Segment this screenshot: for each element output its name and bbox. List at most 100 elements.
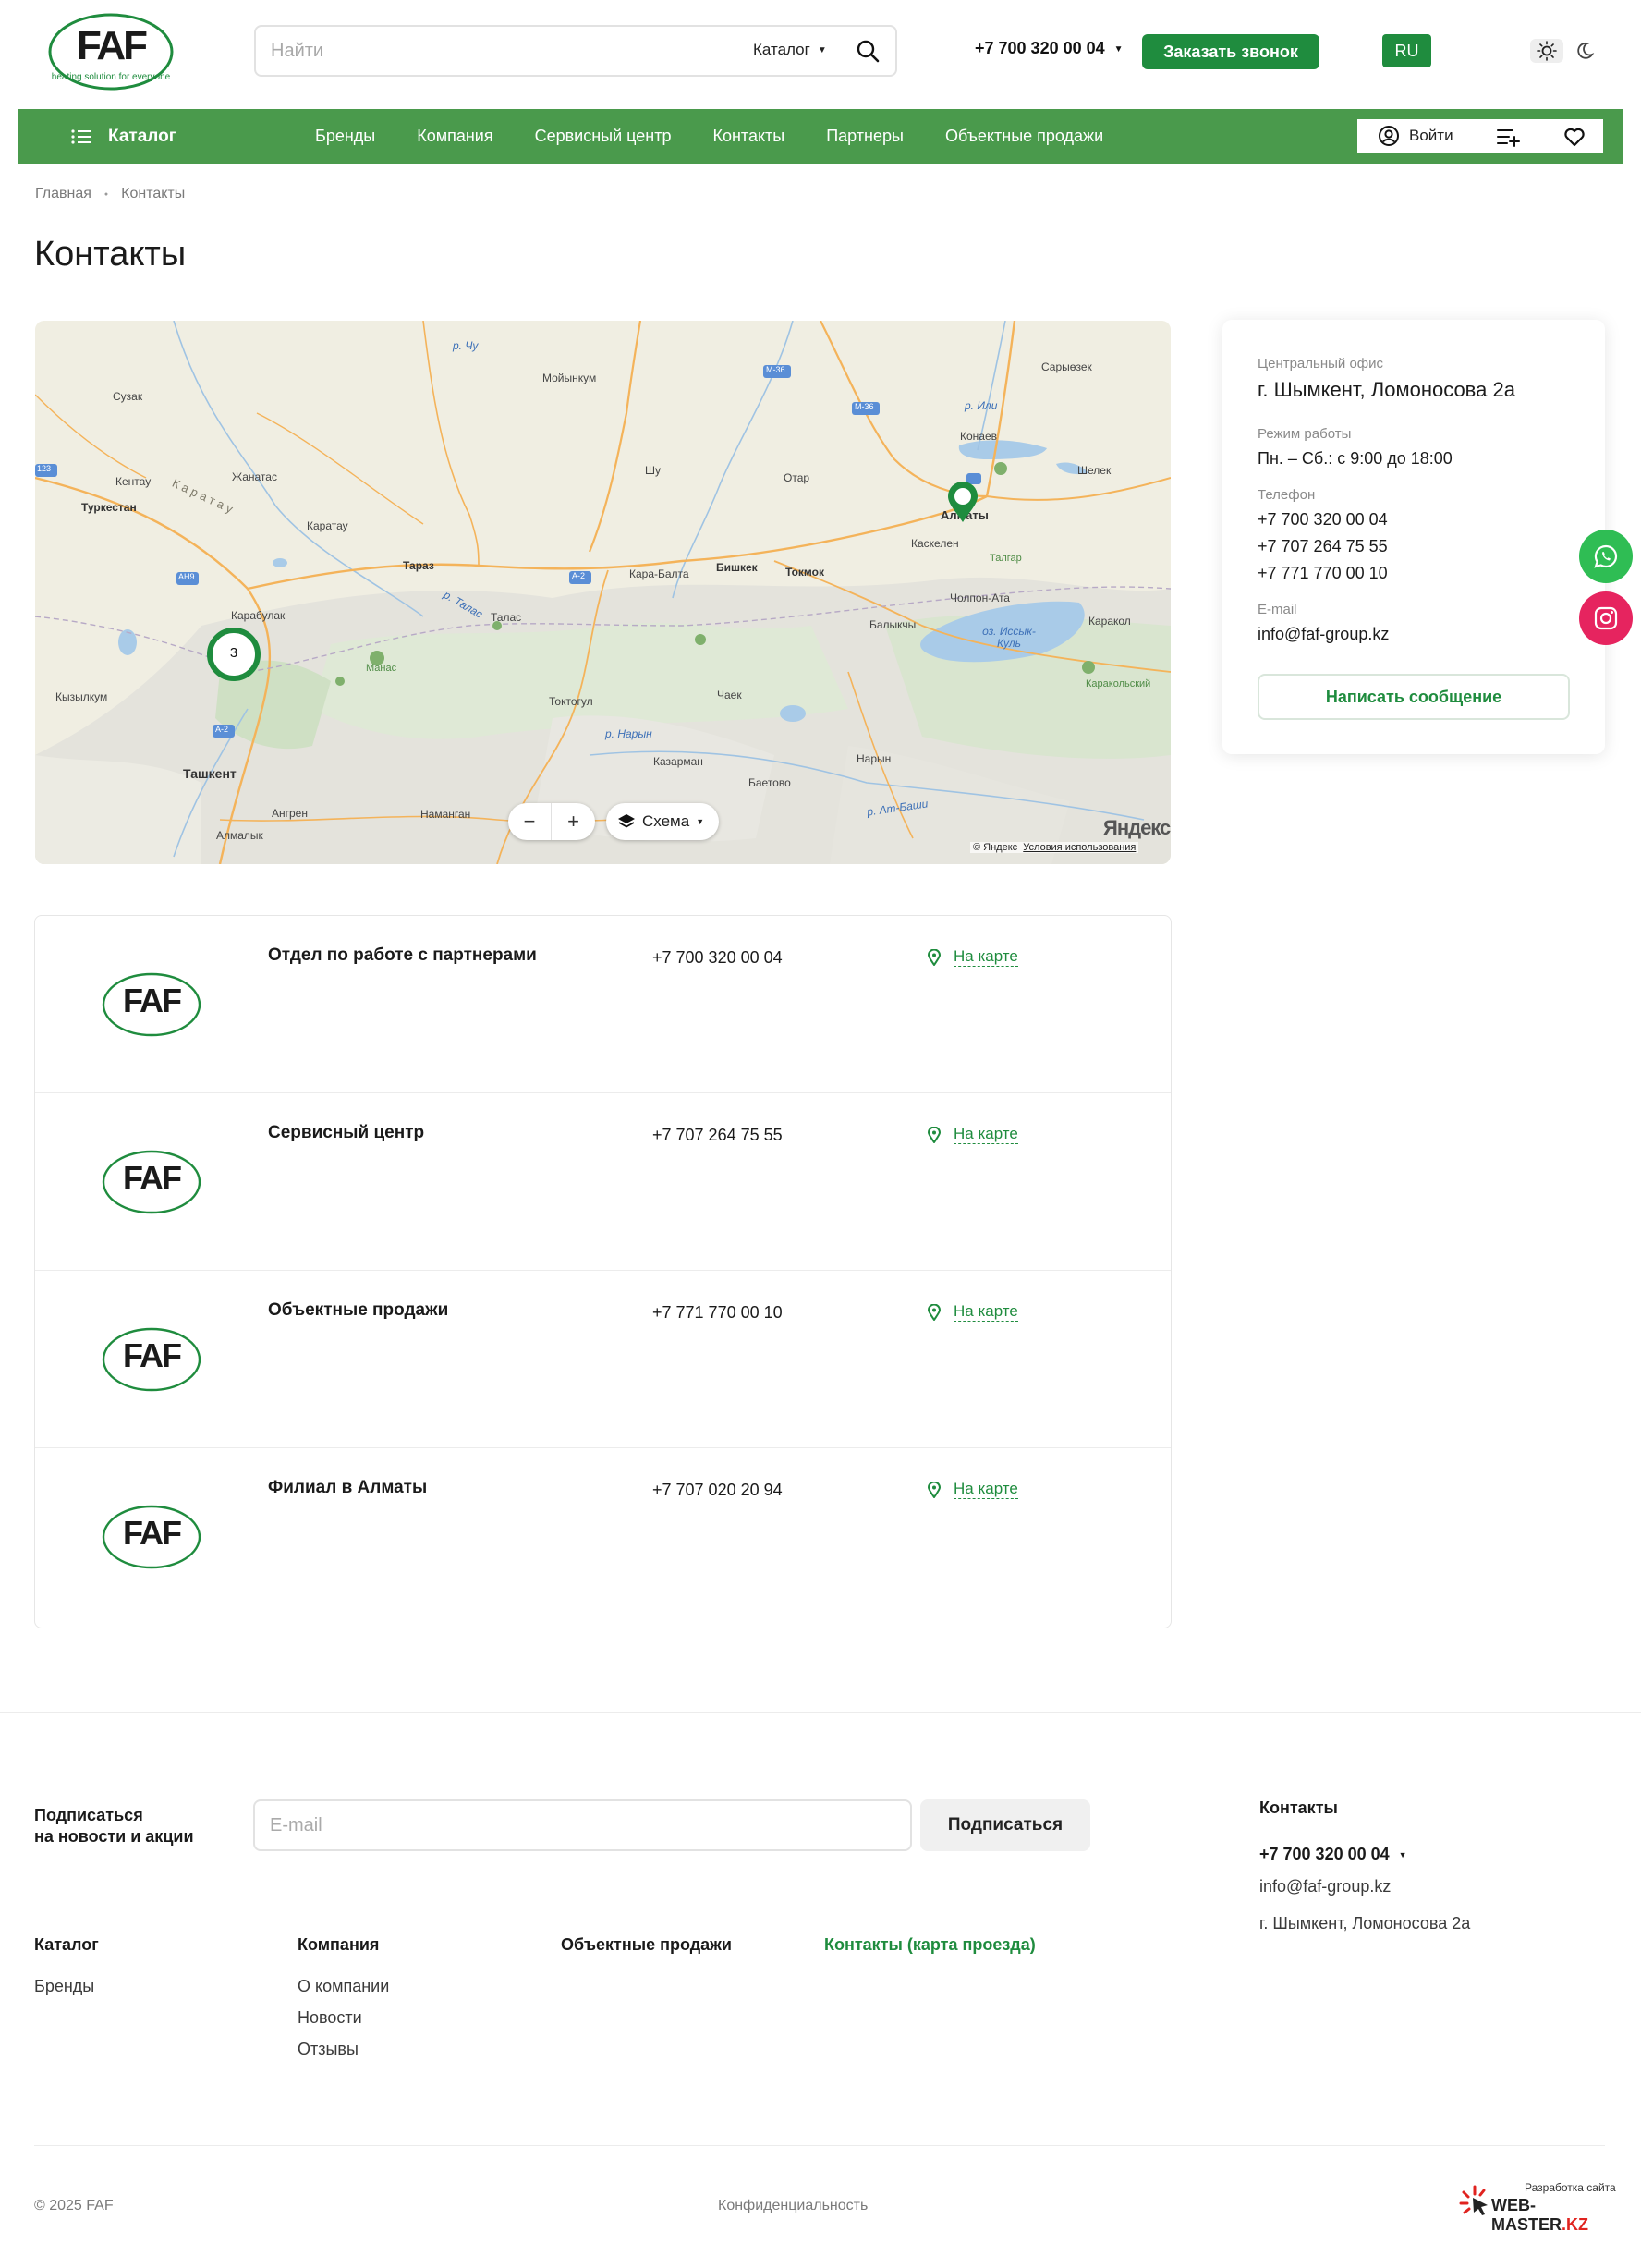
dark-theme-toggle[interactable]: [1574, 41, 1595, 61]
footer-link-about[interactable]: О компании: [298, 1977, 389, 1996]
map-label: Наманган: [420, 808, 471, 821]
map-label: Баетово: [748, 776, 791, 789]
map-pin-icon: [928, 948, 941, 966]
map-label: оз. Иссык-Куль: [982, 625, 1036, 650]
nav-link-service-center[interactable]: Сервисный центр: [535, 127, 672, 146]
heart-icon: [1564, 128, 1585, 147]
map-cluster-marker[interactable]: 3: [207, 628, 261, 681]
footer-email[interactable]: info@faf-group.kz: [1259, 1877, 1391, 1896]
main-nav: Каталог Бренды Компания Сервисный центр …: [18, 109, 1623, 164]
map-label: Чаек: [717, 689, 742, 701]
compare-button[interactable]: [1496, 127, 1520, 152]
user-icon: [1379, 126, 1399, 146]
cluster-count: 3: [229, 645, 238, 661]
nav-link-project-sales[interactable]: Объектные продажи: [945, 127, 1103, 146]
footer-phone[interactable]: +7 700 320 00 04 ▼: [1259, 1845, 1407, 1864]
order-call-button[interactable]: Заказать звонок: [1142, 34, 1319, 69]
footer-col-catalog[interactable]: Каталог: [34, 1935, 99, 1955]
footer-col-contacts[interactable]: Контакты (карта проезда): [824, 1935, 1036, 1955]
developer-logo[interactable]: Разработка сайта WEB-MASTER.KZ: [1458, 2179, 1624, 2234]
show-on-map-link[interactable]: На карте: [928, 1302, 1018, 1322]
map-label: Ташкент: [183, 766, 237, 781]
map-label: Конаев: [960, 430, 998, 443]
breadcrumb-separator-icon: ●: [103, 190, 109, 198]
copyright: © 2025 FAF: [34, 2198, 114, 2213]
office-phone[interactable]: +7 700 320 00 04: [1258, 510, 1388, 530]
map-label: Ангрен: [272, 807, 308, 820]
nav-link-contacts[interactable]: Контакты: [712, 127, 784, 146]
zoom-in-button[interactable]: +: [552, 803, 595, 840]
map-label: Сарыөзек: [1041, 360, 1092, 373]
login-button[interactable]: Войти: [1378, 125, 1453, 147]
whatsapp-button[interactable]: [1579, 530, 1633, 583]
map-label: Каракол: [1088, 615, 1131, 628]
map-pin-icon: [928, 1303, 941, 1321]
search-button[interactable]: [855, 38, 881, 64]
map-label: Отар: [784, 471, 810, 484]
footer-link-brands[interactable]: Бренды: [34, 1977, 94, 1996]
office-phone[interactable]: +7 707 264 75 55: [1258, 537, 1388, 556]
map-layer-select[interactable]: Схема ▼: [606, 803, 719, 840]
faf-logo-icon: FAF: [102, 1505, 201, 1569]
chevron-down-icon: ▼: [696, 817, 705, 826]
office-hours: Пн. – Сб.: с 9:00 до 18:00: [1258, 449, 1453, 468]
search-scope-select[interactable]: Каталог ▼: [753, 41, 827, 59]
map-label: Мойынкум: [542, 372, 597, 384]
footer-col-company[interactable]: Компания: [298, 1935, 379, 1955]
privacy-link[interactable]: Конфиденциальность: [718, 2198, 868, 2214]
map-label: р. Нарын: [605, 727, 652, 740]
contact-phone[interactable]: +7 700 320 00 04: [652, 948, 783, 968]
map-label: Чолпон-Ата: [950, 591, 1010, 604]
contact-phone[interactable]: +7 707 020 20 94: [652, 1481, 783, 1500]
map-label: Кызылкум: [55, 690, 108, 703]
write-message-button[interactable]: Написать сообщение: [1258, 674, 1570, 720]
instagram-button[interactable]: [1579, 591, 1633, 645]
map-label: Токмок: [785, 566, 824, 579]
breadcrumb-home[interactable]: Главная: [35, 186, 91, 202]
contact-phone[interactable]: +7 771 770 00 10: [652, 1303, 783, 1323]
developer-tld: .KZ: [1562, 2215, 1588, 2234]
office-address: г. Шымкент, Ломоносова 2а: [1258, 378, 1515, 401]
office-phone[interactable]: +7 771 770 00 10: [1258, 564, 1388, 583]
map-terms-link[interactable]: Условия использования: [1023, 842, 1136, 853]
footer-link-news[interactable]: Новости: [298, 2008, 362, 2028]
contact-name: Объектные продажи: [268, 1300, 449, 1320]
office-email[interactable]: info@faf-group.kz: [1258, 625, 1389, 644]
route-badge: А-2: [215, 725, 229, 734]
route-badge: 123: [37, 464, 52, 473]
site-logo[interactable]: FAF heating solution for everyone: [46, 11, 176, 92]
subscribe-email-input[interactable]: [253, 1799, 912, 1851]
show-on-map-link[interactable]: На карте: [928, 947, 1018, 967]
show-on-map-label: На карте: [954, 1125, 1018, 1144]
map-pin-almaty[interactable]: [946, 480, 979, 524]
nav-link-partners[interactable]: Партнеры: [826, 127, 904, 146]
route-badge: АН9: [178, 572, 195, 581]
footer-phone-number: +7 700 320 00 04: [1259, 1845, 1390, 1863]
catalog-menu-button[interactable]: Каталог: [71, 109, 176, 164]
show-on-map-link[interactable]: На карте: [928, 1480, 1018, 1499]
map-label: Шелек: [1077, 464, 1112, 477]
contact-phone[interactable]: +7 707 264 75 55: [652, 1126, 783, 1145]
favorites-button[interactable]: [1563, 127, 1586, 152]
search-input[interactable]: [271, 27, 714, 75]
light-theme-toggle[interactable]: [1530, 39, 1563, 63]
contacts-map[interactable]: Сарыөзек Мойынкум Сузак р. Чу р. Или Кон…: [35, 321, 1171, 864]
header-phone[interactable]: +7 700 320 00 04 ▼: [975, 39, 1124, 58]
contact-row: FAF Сервисный центр +7 707 264 75 55 На …: [35, 1093, 1171, 1271]
footer-link-reviews[interactable]: Отзывы: [298, 2040, 359, 2059]
subscribe-button[interactable]: Подписаться: [920, 1799, 1090, 1851]
zoom-out-button[interactable]: −: [508, 803, 552, 840]
language-switch[interactable]: RU: [1382, 34, 1431, 67]
map-label: Кентау: [115, 475, 152, 488]
contact-row: FAF Объектные продажи +7 771 770 00 10 Н…: [35, 1271, 1171, 1448]
nav-link-brands[interactable]: Бренды: [315, 127, 375, 146]
page-title: Контакты: [34, 235, 187, 274]
map-label: Манас: [366, 663, 397, 674]
contact-row: FAF Отдел по работе с партнерами +7 700 …: [35, 916, 1171, 1093]
developer-name: WEB-MASTER.KZ: [1491, 2196, 1624, 2235]
faf-logo-icon: FAF: [102, 1150, 201, 1214]
nav-link-company[interactable]: Компания: [417, 127, 492, 146]
show-on-map-link[interactable]: На карте: [928, 1125, 1018, 1144]
footer-col-project-sales[interactable]: Объектные продажи: [561, 1935, 732, 1955]
chevron-down-icon: ▼: [1113, 44, 1124, 55]
